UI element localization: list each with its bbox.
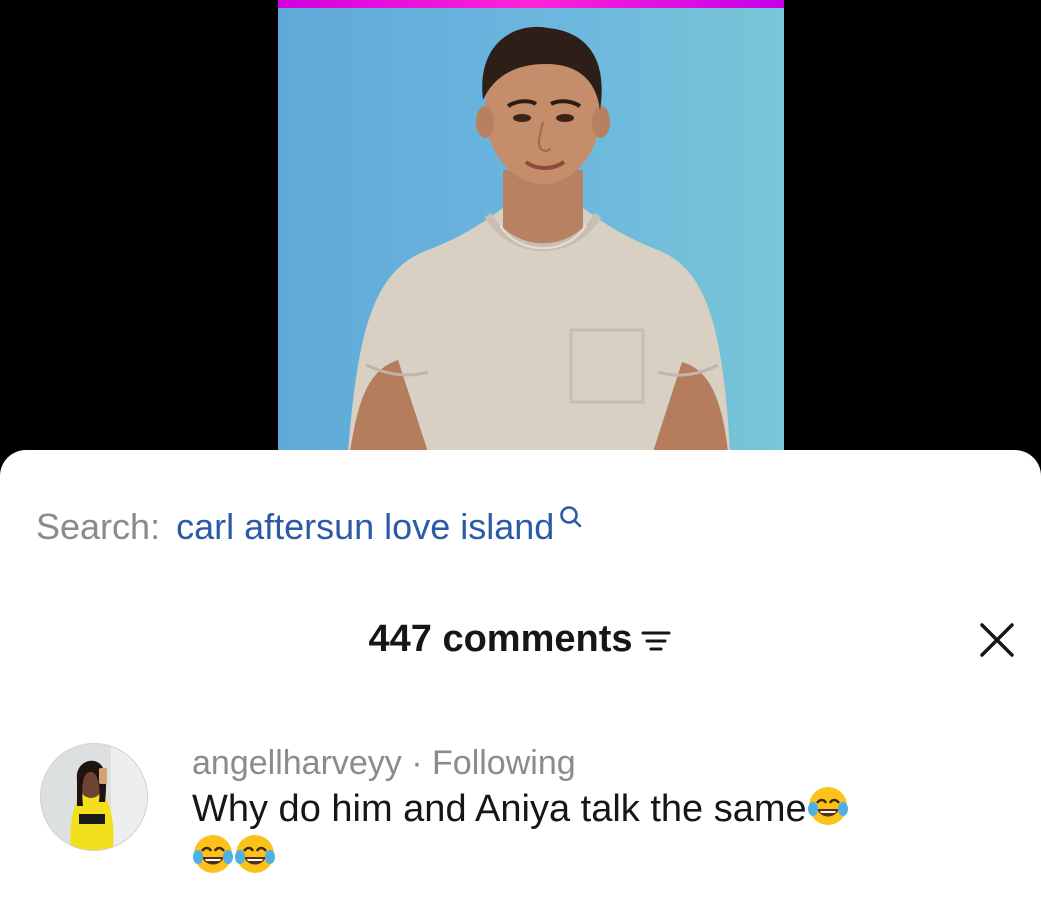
comment-meta: angellharveyy · Following: [192, 743, 849, 783]
comments-count: 447 comments: [368, 618, 633, 660]
face-with-tears-of-joy-icon: [193, 835, 233, 873]
avatar-photo: [41, 744, 147, 850]
search-suggestion[interactable]: Search: carl aftersun love island: [36, 506, 584, 548]
comments-sheet: Search: carl aftersun love island 447 co…: [0, 450, 1041, 913]
comments-header: 447 comments: [0, 618, 1041, 661]
face-with-tears-of-joy-icon: [807, 787, 848, 825]
search-icon: [560, 506, 582, 528]
comment-username[interactable]: angellharveyy: [192, 744, 402, 782]
avatar[interactable]: [40, 743, 148, 851]
meta-separator: ·: [401, 744, 433, 782]
face-with-tears-of-joy-icon: [235, 835, 275, 873]
search-query-link[interactable]: carl aftersun love island: [176, 506, 554, 548]
video-player[interactable]: [278, 0, 784, 452]
comment-text-block: Why do him and Aniya talk the same: [192, 785, 849, 881]
comment-body: angellharveyy · Following Why do him and…: [192, 743, 849, 881]
close-icon[interactable]: [977, 620, 1017, 660]
sort-icon[interactable]: [639, 623, 673, 657]
search-label: Search:: [36, 506, 161, 547]
comment-text: Why do him and Aniya talk the same: [192, 788, 807, 830]
video-frame-person: [348, 26, 730, 452]
following-status: Following: [432, 744, 576, 782]
comment-item: angellharveyy · Following Why do him and…: [40, 743, 1011, 881]
